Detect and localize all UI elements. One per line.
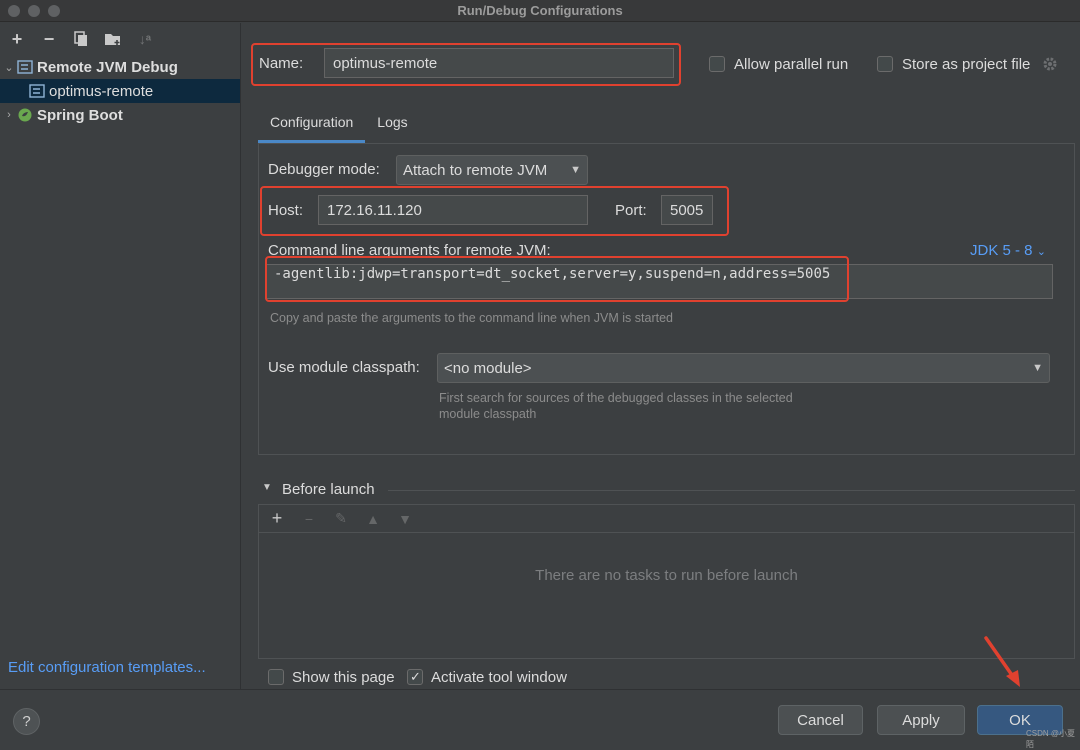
remote-debug-icon [16, 59, 34, 75]
remote-debug-icon [28, 83, 46, 99]
gear-icon[interactable] [1042, 56, 1058, 77]
module-hint-line-2: module classpath [439, 407, 537, 421]
minimize-window-button[interactable] [28, 5, 40, 17]
sidebar-toolbar: + − ↓ᵃ [0, 23, 240, 55]
tab-bar: Configuration Logs [258, 109, 420, 143]
edit-templates-link[interactable]: Edit configuration templates... [8, 659, 206, 676]
show-page-checkbox[interactable] [268, 669, 284, 685]
module-hint-line-1: First search for sources of the debugged… [439, 391, 793, 405]
add-icon[interactable]: + [265, 508, 289, 529]
module-classpath-value: <no module> [444, 359, 532, 377]
window-controls [8, 5, 60, 17]
tree-item-label: optimus-remote [49, 82, 154, 100]
sidebar: + − ↓ᵃ ⌄ Remote JVM Debug optimus-remote… [0, 23, 241, 689]
help-button[interactable]: ? [13, 708, 40, 735]
highlight-box-host-port [260, 186, 729, 236]
show-page-label: Show this page [292, 669, 395, 686]
jdk-version-link[interactable]: JDK 5 - 8 ⌄ [970, 242, 1046, 259]
configuration-box: Debugger mode: Attach to remote JVM ▼ Ho… [258, 143, 1075, 455]
separator [388, 490, 1075, 491]
tree-item-label: Remote JVM Debug [37, 58, 178, 76]
debugger-mode-select[interactable]: Attach to remote JVM ▼ [396, 155, 588, 185]
zoom-window-button[interactable] [48, 5, 60, 17]
before-launch-panel: + − ✎ ▲ ▼ There are no tasks to run befo… [258, 504, 1075, 659]
activate-tool-checkbox[interactable] [407, 669, 423, 685]
chevron-down-icon[interactable]: ⌄ [2, 61, 16, 74]
dropdown-arrow-icon: ▼ [1032, 362, 1043, 374]
chevron-right-icon[interactable]: › [2, 109, 16, 121]
highlight-box-name [251, 43, 681, 86]
tree-item-optimus-remote[interactable]: optimus-remote [0, 79, 240, 103]
jdk-version-text: JDK 5 - 8 [970, 242, 1033, 259]
move-down-icon[interactable]: ▼ [393, 511, 417, 527]
remove-icon[interactable]: − [297, 511, 321, 527]
allow-parallel-checkbox[interactable] [709, 56, 725, 72]
folder-icon[interactable] [100, 27, 126, 51]
module-classpath-label: Use module classpath: [268, 359, 420, 376]
store-project-label: Store as project file [902, 56, 1031, 73]
bottom-bar: ? Cancel Apply OK CSDN @小夏陌 [0, 689, 1080, 749]
chevron-down-icon: ⌄ [1036, 246, 1046, 258]
collapse-arrow-icon: ▼ [262, 482, 272, 493]
store-project-checkbox[interactable] [877, 56, 893, 72]
cmdline-hint: Copy and paste the arguments to the comm… [270, 311, 673, 325]
move-up-icon[interactable]: ▲ [361, 511, 385, 527]
tree-item-spring-boot[interactable]: › Spring Boot [0, 103, 240, 127]
allow-parallel-label: Allow parallel run [734, 56, 849, 73]
title-bar: Run/Debug Configurations [0, 0, 1080, 22]
dropdown-arrow-icon: ▼ [570, 164, 581, 176]
tab-configuration[interactable]: Configuration [258, 109, 366, 143]
debugger-mode-label: Debugger mode: [268, 161, 380, 178]
spring-boot-icon [16, 107, 34, 123]
tree-item-remote-jvm-debug[interactable]: ⌄ Remote JVM Debug [0, 55, 240, 79]
add-icon[interactable]: + [4, 27, 30, 51]
module-hint: First search for sources of the debugged… [439, 390, 793, 422]
watermark: CSDN @小夏陌 [1026, 729, 1076, 749]
edit-icon[interactable]: ✎ [329, 510, 353, 527]
before-launch-title: Before launch [282, 481, 375, 498]
config-panel: Name: optimus-remote Allow parallel run … [242, 23, 1080, 689]
activate-tool-label: Activate tool window [431, 669, 567, 686]
debugger-mode-value: Attach to remote JVM [403, 161, 548, 179]
cancel-button[interactable]: Cancel [778, 705, 863, 735]
remove-icon[interactable]: − [36, 27, 62, 51]
before-launch-toolbar: + − ✎ ▲ ▼ [259, 505, 1074, 533]
copy-icon[interactable] [68, 27, 94, 51]
annotation-arrow-icon [984, 636, 1020, 687]
before-launch-empty-text: There are no tasks to run before launch [535, 567, 798, 584]
sort-icon[interactable]: ↓ᵃ [132, 27, 158, 51]
window-title: Run/Debug Configurations [457, 3, 623, 18]
module-classpath-select[interactable]: <no module> ▼ [437, 353, 1050, 383]
close-window-button[interactable] [8, 5, 20, 17]
tree-item-label: Spring Boot [37, 106, 123, 124]
apply-button[interactable]: Apply [877, 705, 965, 735]
tab-logs[interactable]: Logs [365, 109, 419, 143]
highlight-box-cmdline [265, 256, 849, 302]
